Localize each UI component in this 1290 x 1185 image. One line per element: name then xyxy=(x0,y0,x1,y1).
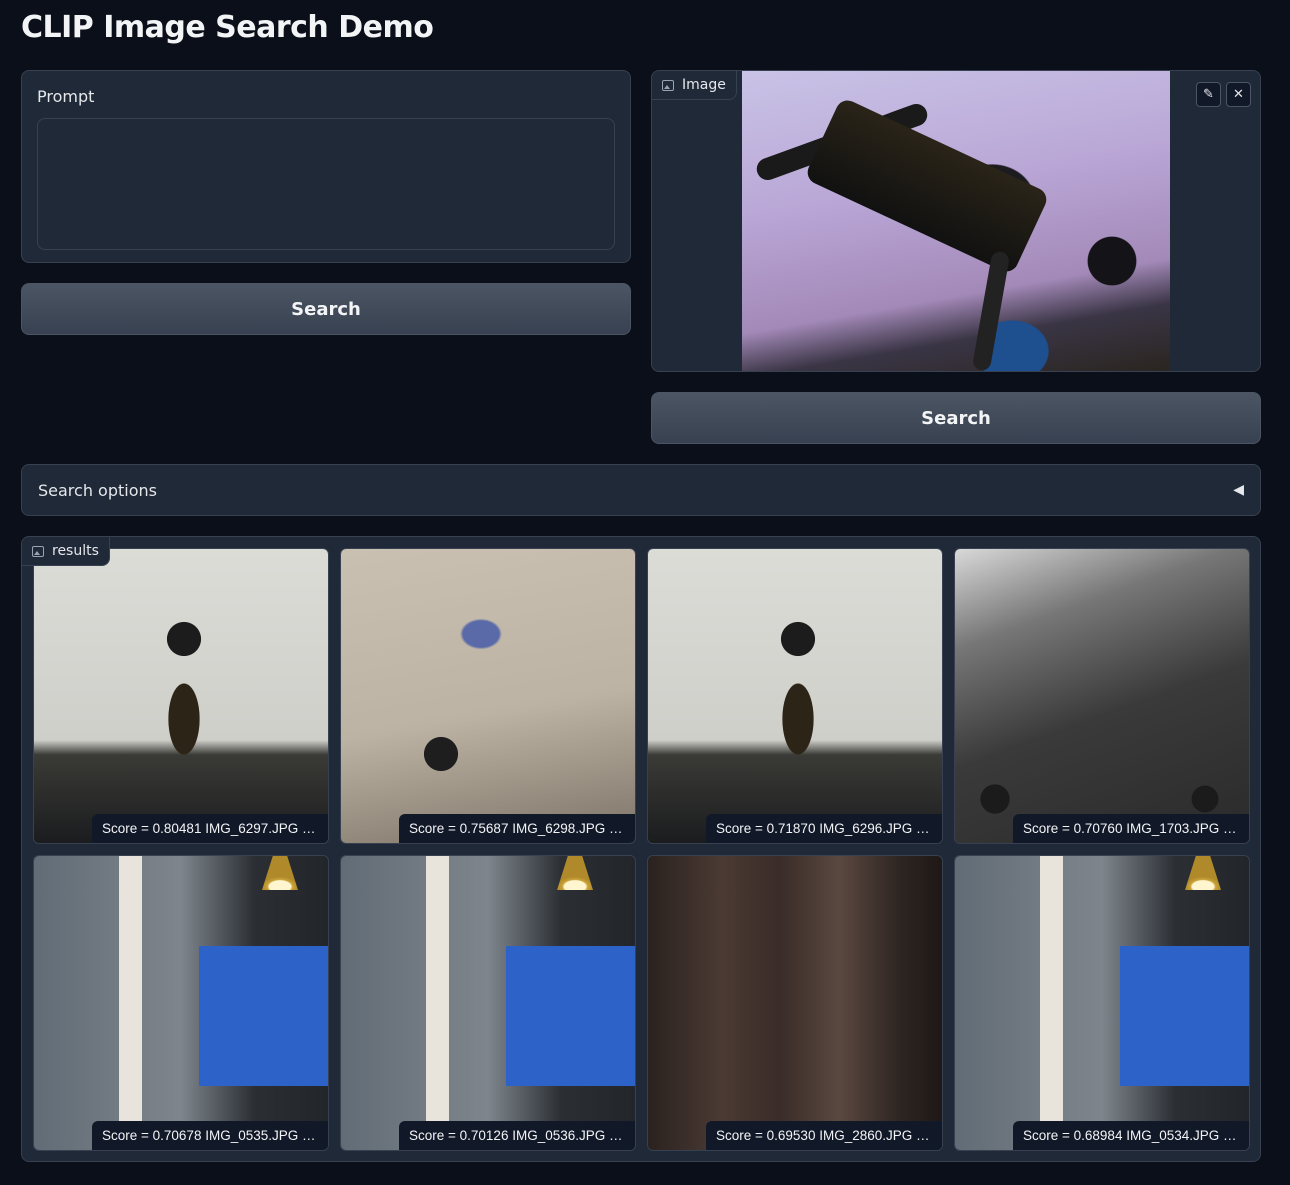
gallery-caption: Score = 0.69530 IMG_2860.JPG 4032x3024 xyxy=(706,1121,942,1150)
thumbnail-image xyxy=(341,856,635,1150)
image-search-button[interactable]: Search xyxy=(651,392,1261,444)
edit-icon[interactable]: ✎ xyxy=(1196,82,1221,107)
results-gallery: results Score = 0.80481 IMG_6297.JPG 403… xyxy=(21,536,1261,1162)
close-icon[interactable]: ✕ xyxy=(1226,82,1251,107)
gallery-caption: Score = 0.70678 IMG_0535.JPG 4032x3024 xyxy=(92,1121,328,1150)
thumbnail-image xyxy=(34,856,328,1150)
search-options-label: Search options xyxy=(38,480,157,500)
gallery-item[interactable]: Score = 0.68984 IMG_0534.JPG 4032x3024 xyxy=(954,855,1250,1151)
gallery-caption: Score = 0.71870 IMG_6296.JPG 4032x3024 xyxy=(706,814,942,843)
gallery-caption: Score = 0.75687 IMG_6298.JPG 4032x3024 xyxy=(399,814,635,843)
prompt-input[interactable] xyxy=(37,118,615,250)
thumbnail-image xyxy=(648,549,942,843)
collapse-arrow-icon[interactable]: ◀ xyxy=(1233,482,1244,498)
projector-body xyxy=(803,96,1051,276)
page-title: CLIP Image Search Demo xyxy=(21,10,434,45)
prompt-panel: Prompt xyxy=(21,70,631,263)
image-label-text: Image xyxy=(682,77,726,93)
thumbnail-image xyxy=(955,549,1249,843)
thumbnail-image xyxy=(341,549,635,843)
prompt-label: Prompt xyxy=(37,87,95,106)
gallery-caption: Score = 0.68984 IMG_0534.JPG 4032x3024 xyxy=(1013,1121,1249,1150)
text-search-button[interactable]: Search xyxy=(21,283,631,335)
results-block-label: results xyxy=(22,537,110,566)
gallery-grid: Score = 0.80481 IMG_6297.JPG 4032x3024 S… xyxy=(33,548,1250,1151)
gallery-item[interactable]: Score = 0.71870 IMG_6296.JPG 4032x3024 xyxy=(647,548,943,844)
gallery-item[interactable]: Score = 0.80481 IMG_6297.JPG 4032x3024 xyxy=(33,548,329,844)
thumbnail-image xyxy=(34,549,328,843)
gallery-item[interactable]: Score = 0.70126 IMG_0536.JPG 4032x3024 xyxy=(340,855,636,1151)
image-input-panel: Image ✎ ✕ xyxy=(651,70,1261,372)
image-icon xyxy=(32,545,44,557)
gallery-item[interactable]: Score = 0.70678 IMG_0535.JPG 4032x3024 xyxy=(33,855,329,1151)
image-icon xyxy=(662,79,674,91)
image-block-label: Image xyxy=(652,71,737,100)
gallery-caption: Score = 0.80481 IMG_6297.JPG 4032x3024 xyxy=(92,814,328,843)
uploaded-image[interactable] xyxy=(742,71,1170,371)
gallery-caption: Score = 0.70126 IMG_0536.JPG 4032x3024 xyxy=(399,1121,635,1150)
thumbnail-image xyxy=(955,856,1249,1150)
gallery-item[interactable]: Score = 0.70760 IMG_1703.JPG 4032x3024 xyxy=(954,548,1250,844)
results-label-text: results xyxy=(52,543,99,559)
projector-leg xyxy=(971,250,1011,371)
search-options-accordion[interactable]: Search options ◀ xyxy=(21,464,1261,516)
gallery-item[interactable]: Score = 0.69530 IMG_2860.JPG 4032x3024 xyxy=(647,855,943,1151)
gallery-item[interactable]: Score = 0.75687 IMG_6298.JPG 4032x3024 xyxy=(340,548,636,844)
thumbnail-image xyxy=(648,856,942,1150)
gallery-caption: Score = 0.70760 IMG_1703.JPG 4032x3024 xyxy=(1013,814,1249,843)
